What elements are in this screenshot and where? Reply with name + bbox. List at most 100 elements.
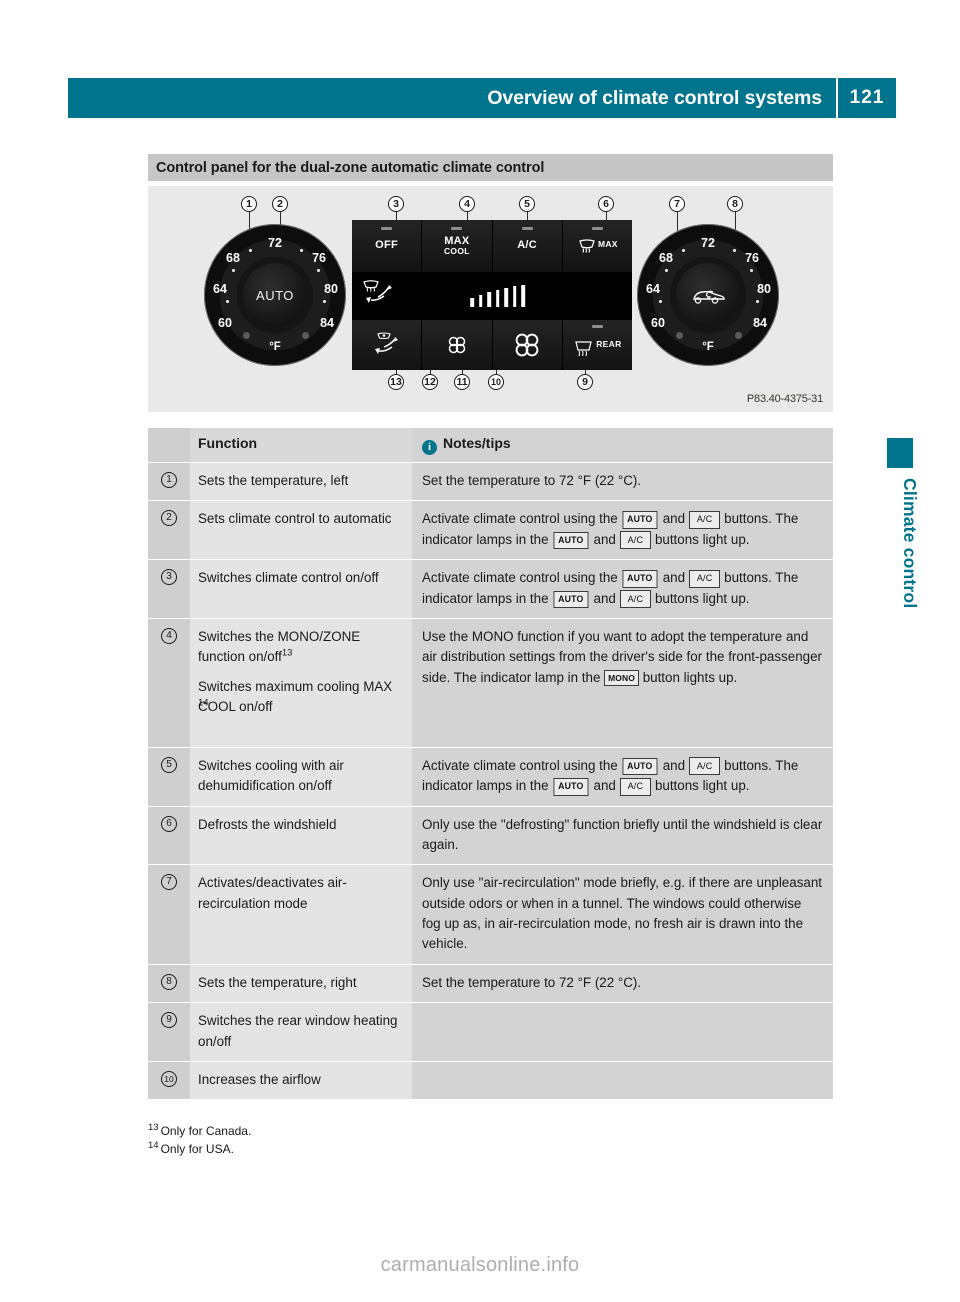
table-row: 1 Sets the temperature, left Set the tem… [148,463,833,502]
left-dial-scale-76: 76 [312,251,326,265]
row-number: 6 [161,815,177,832]
decrease-airflow-button[interactable] [422,320,493,370]
air-distribution-icon [363,280,392,303]
right-dial-lamp [676,332,683,339]
left-dial-hub[interactable]: AUTO [243,263,307,327]
air-distribution-button[interactable] [352,320,423,370]
windshield-defrost-button-lamp [591,227,603,230]
table-row: 2 Sets climate control to automatic Acti… [148,501,833,561]
left-dial-tick [232,269,235,272]
row-function-cell: Defrosts the windshield [190,806,412,865]
table-row: 3 Switches climate control on/off Activa… [148,560,833,619]
auto-key-glyph: AUTO [622,570,658,588]
table-row: 8 Sets the temperature, right Set the te… [148,964,833,1004]
left-dial-tick [226,300,229,303]
notes-column-header: Notes/tips [443,435,511,451]
right-dial-tick [665,269,668,272]
figure-callout-6: 6 [598,196,614,212]
footnotes: 13 Only for Canada. 14 Only for USA. [148,1122,648,1158]
left-dial-scale-64: 64 [213,282,227,296]
right-dial-scale-84: 84 [753,316,767,330]
row-notes-text: Activate climate control using the AUTO … [422,510,798,550]
max-cool-button[interactable]: MAX COOL [422,220,493,272]
left-dial-lamp [243,332,250,339]
row-number: 7 [161,874,177,891]
mono-key-glyph: MONO [604,669,639,687]
windshield-defrost-max-button[interactable]: MAX [562,220,632,272]
footnote-13: 13 Only for Canada. [148,1122,648,1140]
right-dial-tick [756,300,759,303]
figure-callout-12: 12 [422,374,438,390]
off-button[interactable]: OFF [352,220,423,272]
header-function-cell: Function [190,428,412,462]
row-function-text: Sets the temperature, left [198,473,349,488]
right-temperature-dial[interactable]: 72 68 76 64 80 60 84 °F [637,224,779,366]
control-panel-figure: 1 2 3 4 5 6 7 8 13 12 11 10 9 72 68 76 6… [148,186,833,412]
rear-defrost-button-lamp [591,325,603,328]
rear-label: REAR [596,338,622,349]
a-c-key-glyph: A/C [688,757,721,776]
row-notes-cell: Only use the "defrosting" function brief… [412,806,833,865]
right-dial-scale-80: 80 [757,282,771,296]
footnote-13-text: Only for Canada. [160,1124,252,1138]
row-number: 1 [161,472,177,488]
left-dial-tick [300,249,303,252]
right-dial-hub[interactable] [676,263,740,327]
row-function-main: Switches the MONO/ZONE function on/off [198,628,361,665]
figure-callout-5: 5 [519,196,535,212]
fan-increase-icon [515,333,539,357]
row-number-cell: 8 [148,964,190,1003]
left-dial-tick [249,249,252,252]
section-title-band: Control panel for the dual-zone automati… [148,154,833,181]
footnote-14-text: Only for USA. [160,1142,234,1156]
function-column-header: Function [198,435,258,451]
row-function-cell: Sets climate control to automatic [190,501,412,560]
row-number: 2 [161,510,177,527]
right-dial-scale-76: 76 [745,251,759,265]
row-function-text: Switches the MONO/ZONE function on/off13… [198,629,402,718]
off-button-label: OFF [375,239,399,252]
right-dial-scale-64: 64 [646,282,660,296]
row-number: 8 [161,973,177,990]
auto-key-glyph: AUTO [622,757,658,776]
right-dial-scale-60: 60 [651,316,665,330]
max-cool-button-lamp [451,227,463,230]
left-dial-tick [317,269,320,272]
row-notes-cell: Use the MONO function if you want to ado… [412,618,833,747]
row-number-cell: 7 [148,865,190,964]
row-notes-cell: Set the temperature to 72 °F (22 °C). [412,964,833,1003]
row-function-text: Sets the temperature, right [198,974,357,990]
figure-callout-3: 3 [388,196,404,212]
footnote-14-marker: 14 [148,1140,159,1151]
right-dial-tick [733,249,736,252]
row-number: 5 [161,756,177,773]
bottom-button-row: REAR [352,320,632,370]
row-number: 10 [161,1070,177,1087]
row-number-cell: 1 [148,463,190,501]
row-notes-cell [412,1061,833,1100]
page-number: 121 [849,87,885,108]
table-header-row: Function i Notes/tips [148,428,833,463]
left-temperature-dial[interactable]: 72 68 76 64 80 60 84 AUTO °F [204,224,346,366]
row-notes-cell: Activate climate control using the AUTO … [412,560,833,618]
row-function-cell: Switches cooling with air dehumidificati… [190,747,412,806]
row-function-cell: Sets the temperature, right [190,964,412,1003]
chapter-tab-marker [887,438,913,468]
fan-level-display [470,285,525,307]
row-notes-text: Activate climate control using the AUTO … [422,757,798,796]
left-dial-scale-72: 72 [268,236,282,250]
row-function-cell: Switches climate control on/off [190,560,412,618]
row-function-text: Switches cooling with air dehumidificati… [198,757,344,794]
row-notes-cell: Set the temperature to 72 °F (22 °C). [412,463,833,501]
ac-button[interactable]: A/C [492,220,563,272]
a-c-key-glyph: A/C [619,777,652,796]
a-c-key-glyph: A/C [619,531,652,550]
row-number: 9 [161,1012,177,1029]
climate-control-panel-graphic: 72 68 76 64 80 60 84 AUTO °F OFF MAX COO… [204,220,779,370]
increase-airflow-button[interactable] [492,320,563,370]
row-notes-cell: Activate climate control using the AUTO … [412,501,833,560]
watermark: carmanualsonline.info [380,1254,580,1276]
display-strip [352,272,632,320]
rear-window-defrost-button[interactable]: REAR [562,320,632,370]
a-c-key-glyph: A/C [619,590,652,608]
